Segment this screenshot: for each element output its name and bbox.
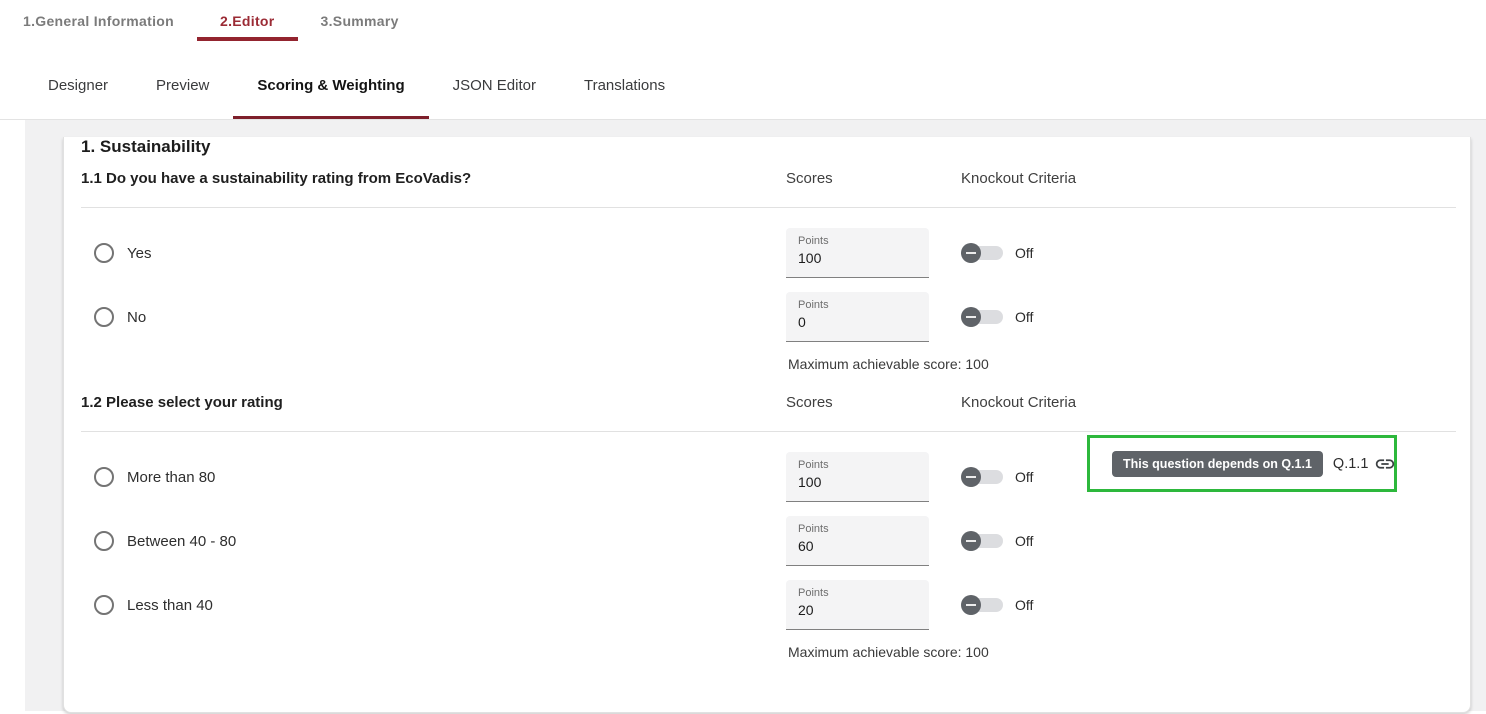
radio-button[interactable]	[94, 531, 114, 551]
points-field[interactable]: Points	[786, 228, 929, 278]
question-1-1-options: Yes Points Off	[81, 208, 1456, 342]
knockout-toggle[interactable]	[961, 531, 1003, 551]
points-input[interactable]	[798, 314, 918, 330]
toggle-thumb-minus-icon	[961, 307, 981, 327]
toggle-state-label: Off	[1015, 309, 1033, 325]
knockout-cell: Off	[961, 595, 1456, 615]
toggle-thumb-minus-icon	[961, 243, 981, 263]
option-row-no: No Points Off	[81, 292, 1456, 342]
wizard-stepper: 1.General Information 2.Editor 3.Summary	[0, 0, 1486, 41]
question-1-1-header: 1.1 Do you have a sustainability rating …	[81, 170, 1456, 187]
toggle-thumb-minus-icon	[961, 595, 981, 615]
question-title: 1.2 Please select your rating	[81, 394, 786, 411]
section-title: 1. Sustainability	[81, 137, 1456, 157]
knockout-column-header: Knockout Criteria	[961, 170, 1456, 187]
link-icon[interactable]	[1374, 453, 1396, 475]
option-answer-cell: Less than 40	[81, 595, 786, 615]
radio-button[interactable]	[94, 595, 114, 615]
toggle-state-label: Off	[1015, 597, 1033, 613]
knockout-cell: Off	[961, 531, 1456, 551]
question-1-2-header: 1.2 Please select your rating Scores Kno…	[81, 394, 1456, 411]
dependency-highlight-box: This question depends on Q.1.1 Q.1.1	[1087, 435, 1397, 492]
points-field[interactable]: Points	[786, 516, 929, 566]
points-input[interactable]	[798, 250, 918, 266]
knockout-toggle[interactable]	[961, 595, 1003, 615]
option-label: Less than 40	[127, 597, 213, 614]
option-label: No	[127, 309, 146, 326]
points-field-label: Points	[798, 587, 929, 599]
left-gutter	[0, 120, 25, 711]
points-field[interactable]: Points	[786, 292, 929, 342]
points-input[interactable]	[798, 538, 918, 554]
canvas-background: 1. Sustainability 1.1 Do you have a sust…	[25, 120, 1486, 711]
radio-button[interactable]	[94, 243, 114, 263]
points-input[interactable]	[798, 474, 918, 490]
toggle-state-label: Off	[1015, 533, 1033, 549]
knockout-toggle[interactable]	[961, 243, 1003, 263]
knockout-cell: Off	[961, 243, 1456, 263]
step-summary[interactable]: 3.Summary	[298, 10, 422, 41]
tab-scoring-weighting[interactable]: Scoring & Weighting	[233, 61, 428, 119]
tab-json-editor[interactable]: JSON Editor	[429, 61, 560, 119]
points-field-label: Points	[798, 235, 929, 247]
step-editor[interactable]: 2.Editor	[197, 10, 298, 41]
knockout-column-header: Knockout Criteria	[961, 394, 1456, 411]
workspace: 1. Sustainability 1.1 Do you have a sust…	[0, 120, 1486, 711]
dependency-tooltip-badge: This question depends on Q.1.1	[1112, 451, 1323, 477]
option-row-less-than-40: Less than 40 Points Off	[81, 580, 1456, 630]
knockout-toggle[interactable]	[961, 467, 1003, 487]
toggle-thumb-minus-icon	[961, 531, 981, 551]
points-field[interactable]: Points	[786, 452, 929, 502]
toggle-state-label: Off	[1015, 245, 1033, 261]
option-label: Yes	[127, 245, 151, 262]
max-score-text: Maximum achievable score: 100	[788, 356, 1456, 372]
points-input[interactable]	[798, 602, 918, 618]
step-general-information[interactable]: 1.General Information	[0, 10, 197, 41]
option-answer-cell: No	[81, 307, 786, 327]
option-label: Between 40 - 80	[127, 533, 236, 550]
option-answer-cell: More than 80	[81, 467, 786, 487]
question-title: 1.1 Do you have a sustainability rating …	[81, 170, 786, 187]
scores-column-header: Scores	[786, 170, 961, 187]
option-answer-cell: Between 40 - 80	[81, 531, 786, 551]
option-row-yes: Yes Points Off	[81, 228, 1456, 278]
tab-translations[interactable]: Translations	[560, 61, 689, 119]
question-1-2-options: This question depends on Q.1.1 Q.1.1 Mor…	[81, 432, 1456, 630]
option-label: More than 80	[127, 469, 215, 486]
points-field[interactable]: Points	[786, 580, 929, 630]
knockout-toggle[interactable]	[961, 307, 1003, 327]
points-field-label: Points	[798, 299, 929, 311]
tab-preview[interactable]: Preview	[132, 61, 233, 119]
editor-tabbar: Designer Preview Scoring & Weighting JSO…	[0, 61, 1486, 120]
points-field-label: Points	[798, 459, 929, 471]
scores-column-header: Scores	[786, 394, 961, 411]
dependency-reference: Q.1.1	[1333, 456, 1368, 472]
max-score-text: Maximum achievable score: 100	[788, 644, 1456, 660]
option-answer-cell: Yes	[81, 243, 786, 263]
toggle-thumb-minus-icon	[961, 467, 981, 487]
radio-button[interactable]	[94, 307, 114, 327]
scoring-card: 1. Sustainability 1.1 Do you have a sust…	[63, 137, 1471, 713]
option-row-between-40-80: Between 40 - 80 Points Off	[81, 516, 1456, 566]
tab-designer[interactable]: Designer	[24, 61, 132, 119]
points-field-label: Points	[798, 523, 929, 535]
knockout-cell: Off	[961, 307, 1456, 327]
radio-button[interactable]	[94, 467, 114, 487]
toggle-state-label: Off	[1015, 469, 1033, 485]
